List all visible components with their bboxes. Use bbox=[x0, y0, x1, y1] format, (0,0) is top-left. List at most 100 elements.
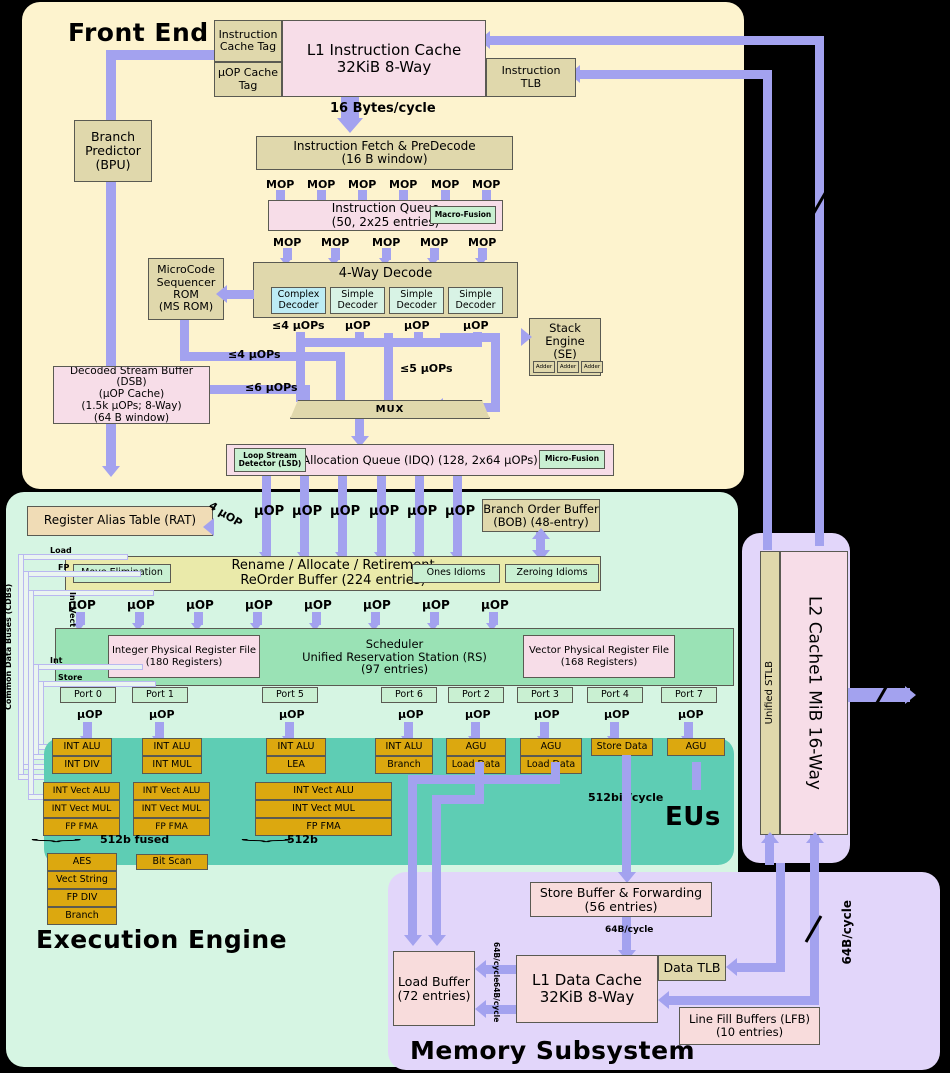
cdb-h-4 bbox=[38, 681, 156, 687]
l2-cache-box: L2 Cache 1 MiB 16-Way bbox=[780, 551, 848, 835]
eu-port1-1: INT MUL bbox=[142, 756, 202, 774]
wire-decode-to-mux bbox=[384, 333, 393, 405]
sched-line3: (97 entries) bbox=[360, 662, 429, 677]
load-buffer-line2: (72 entries) bbox=[397, 987, 471, 1003]
wire-agu3-v2 bbox=[408, 775, 417, 940]
itlb-line2: TLB bbox=[520, 76, 542, 90]
decoder-label: Decoder bbox=[455, 299, 496, 311]
label-512b-fused: 512b fused bbox=[100, 833, 170, 846]
uop-label: µOP bbox=[304, 598, 332, 612]
integer-prf-box: Integer Physical Register File (180 Regi… bbox=[108, 635, 260, 678]
uop-cache-tag-box: µOP Cache Tag bbox=[214, 62, 282, 97]
microarchitecture-diagram: Instruction Cache Tag µOP Cache Tag L1 I… bbox=[0, 0, 950, 1073]
arrow-agu3-to-lb bbox=[404, 935, 422, 946]
bytes-per-cycle-label: 16 Bytes/cycle bbox=[330, 101, 436, 116]
l1d-line1: L1 Data Cache bbox=[532, 971, 642, 990]
l2-line1: L2 Cache bbox=[804, 595, 825, 675]
port-box-2[interactable]: Port 5 bbox=[262, 687, 318, 703]
load-buffer-box: Load Buffer (72 entries) bbox=[393, 951, 475, 1026]
uop-label: µOP bbox=[254, 504, 285, 519]
port-uop-label-5: µOP bbox=[534, 708, 560, 721]
port-box-4[interactable]: Port 2 bbox=[448, 687, 504, 703]
brace-512b: ⏟ bbox=[240, 824, 291, 842]
decoded-stream-buffer-box: Decoded Stream Buffer (DSB) (µOP Cache) … bbox=[53, 366, 210, 424]
arrow-agu2-to-lb bbox=[428, 935, 446, 946]
uop-label: µOP bbox=[407, 504, 438, 519]
port-box-6[interactable]: Port 4 bbox=[587, 687, 643, 703]
decoder-box-2: Simple Decoder bbox=[389, 287, 444, 314]
eu-port3-0: AGU bbox=[520, 738, 582, 756]
decode-out-label-1: µOP bbox=[345, 319, 371, 332]
wire-se-v bbox=[491, 333, 500, 411]
adder-box-0: Adder bbox=[533, 361, 555, 373]
dsb-line1: Decoded Stream Buffer (DSB) bbox=[69, 366, 194, 389]
lfb-line2: (10 entries) bbox=[715, 1025, 784, 1039]
rename-line1: Rename / Allocate / Retirement bbox=[231, 557, 435, 573]
port-box-0[interactable]: Port 0 bbox=[60, 687, 116, 703]
arrow-stlb-to-dtlb bbox=[726, 958, 737, 976]
decoder-label: Simple bbox=[400, 288, 433, 300]
store-buffer-line2: (56 entries) bbox=[584, 898, 658, 914]
cdb-h-1 bbox=[23, 571, 141, 577]
cdb-label-4: Store bbox=[58, 673, 83, 682]
eus-title: EUs bbox=[665, 802, 721, 832]
eu-port7-0: AGU bbox=[667, 738, 725, 756]
cdb-label-2: Int Vect bbox=[68, 592, 77, 628]
se-line3: (SE) bbox=[553, 346, 577, 361]
msrom-line4: (MS ROM) bbox=[158, 300, 214, 314]
le4-uops-label-left: ≤4 µOPs bbox=[228, 348, 281, 361]
instruction-cache-tag-box: Instruction Cache Tag bbox=[214, 20, 282, 62]
port-box-1[interactable]: Port 1 bbox=[132, 687, 188, 703]
fetch-line2: (16 B window) bbox=[341, 152, 428, 166]
eu-port4-0: Store Data bbox=[591, 738, 653, 756]
sched-line1: Scheduler bbox=[365, 636, 424, 651]
l1i-subtitle: 32KiB 8-Way bbox=[336, 57, 432, 76]
store-buffer-line1: Store Buffer & Forwarding bbox=[539, 884, 703, 900]
se-line2: Engine bbox=[545, 333, 585, 348]
fetch-line1: Instruction Fetch & PreDecode bbox=[293, 138, 476, 153]
zeroing-idioms-label: Zeroing Idioms bbox=[516, 567, 588, 579]
decoder-box-3: Simple Decoder bbox=[448, 287, 503, 314]
microcode-sequencer-rom-box: MicroCode Sequencer ROM (MS ROM) bbox=[148, 258, 224, 320]
port-uop-label-7: µOP bbox=[678, 708, 704, 721]
uop-label: µOP bbox=[330, 504, 361, 519]
wire-msrom-to-mux-v bbox=[336, 352, 345, 402]
port-box-7[interactable]: Port 7 bbox=[661, 687, 717, 703]
arrow-bob-up bbox=[532, 528, 550, 539]
eu-port0-1: INT DIV bbox=[52, 756, 112, 774]
bob-line1: Branch Order Buffer bbox=[483, 501, 599, 516]
msrom-line1: MicroCode bbox=[157, 263, 215, 277]
macro-fusion-label: Macro-Fusion bbox=[434, 209, 492, 219]
decoder-label: Simple bbox=[341, 288, 374, 300]
wire-l2-to-itlb-h bbox=[578, 70, 772, 79]
vector-prf-box: Vector Physical Register File (168 Regis… bbox=[523, 635, 675, 678]
vec-prf-line2: (168 Registers) bbox=[560, 656, 638, 668]
vec-prf-line1: Vector Physical Register File bbox=[529, 645, 669, 657]
eu-port5-1: LEA bbox=[266, 756, 326, 774]
itlb-line1: Instruction bbox=[501, 64, 561, 78]
memory-subsystem-title: Memory Subsystem bbox=[410, 1036, 696, 1065]
wire-agu3-h bbox=[408, 775, 560, 784]
le5-uops-label: ≤5 µOPs bbox=[400, 362, 453, 375]
eu-vec-port0-1: INT Vect MUL bbox=[43, 800, 120, 818]
arrow-l1d-to-lb-1 bbox=[475, 960, 486, 978]
eu-vec-port0-0: INT Vect ALU bbox=[43, 782, 120, 800]
eu-port2-0: AGU bbox=[446, 738, 506, 756]
uop-label: µOP bbox=[369, 504, 400, 519]
ones-idioms-box: Ones Idioms bbox=[412, 564, 500, 583]
dsb-line3: (1.5k µOPs; 8-Way) bbox=[81, 399, 182, 412]
instruction-tlb-box: Instruction TLB bbox=[486, 58, 576, 97]
port-box-3[interactable]: Port 6 bbox=[381, 687, 437, 703]
port-box-5[interactable]: Port 3 bbox=[517, 687, 573, 703]
l1-data-cache-box: L1 Data Cache 32KiB 8-Way bbox=[516, 955, 658, 1023]
l2-line2: 1 MiB 16-Way bbox=[804, 674, 825, 791]
arrow-into-se bbox=[521, 328, 532, 346]
arrow-l2-up bbox=[806, 832, 824, 843]
load-buffer-line1: Load Buffer bbox=[398, 973, 470, 989]
l1-instruction-cache-box: L1 Instruction Cache 32KiB 8-Way bbox=[282, 20, 486, 97]
zeroing-idioms-box: Zeroing Idioms bbox=[505, 564, 599, 583]
eu-misc-1: Vect String bbox=[47, 871, 117, 889]
eu-vec-port5-0: INT Vect ALU bbox=[255, 782, 392, 800]
arrow-16bytes bbox=[337, 118, 363, 133]
eu-port1-0: INT ALU bbox=[142, 738, 202, 756]
